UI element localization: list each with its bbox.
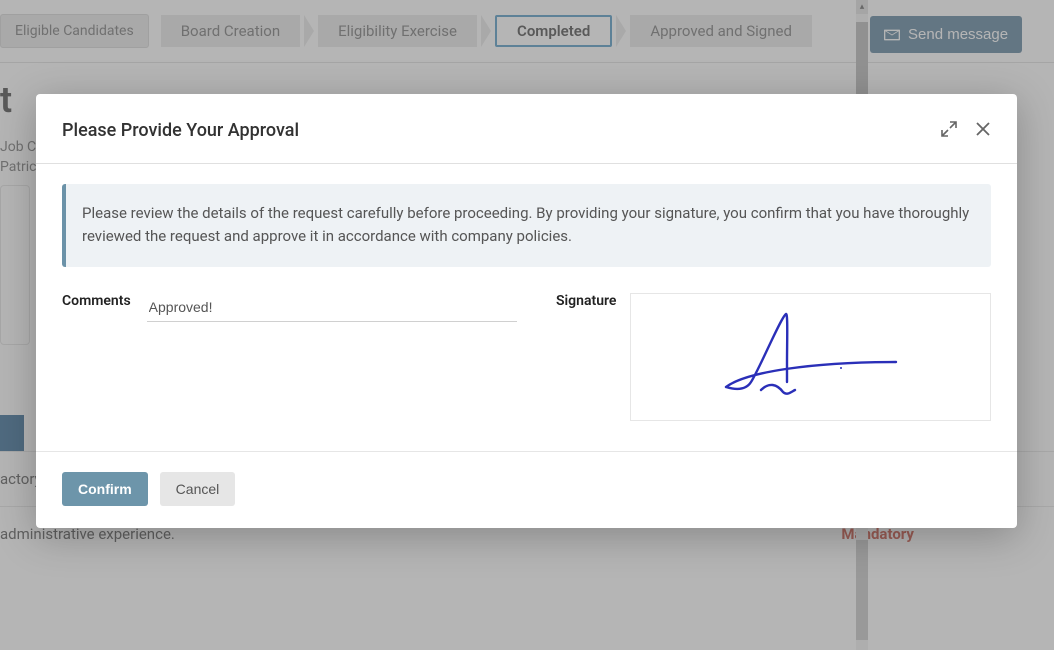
comments-field: Comments — [62, 293, 522, 421]
signature-label: Signature — [556, 293, 616, 421]
close-icon[interactable] — [975, 121, 991, 141]
modal-title: Please Provide Your Approval — [62, 120, 299, 141]
signature-pad[interactable] — [630, 293, 991, 421]
comments-input[interactable] — [147, 293, 517, 322]
confirm-button[interactable]: Confirm — [62, 472, 148, 506]
modal-body: Please review the details of the request… — [36, 164, 1017, 451]
comments-label: Comments — [62, 293, 131, 309]
modal-header: Please Provide Your Approval — [36, 94, 1017, 164]
expand-icon[interactable] — [941, 121, 957, 141]
signature-drawing — [691, 302, 931, 412]
signature-field: Signature — [556, 293, 991, 421]
info-banner: Please review the details of the request… — [62, 184, 991, 267]
modal-footer: Confirm Cancel — [36, 451, 1017, 528]
cancel-button[interactable]: Cancel — [160, 472, 236, 506]
approval-modal: Please Provide Your Approval Please revi… — [36, 94, 1017, 528]
